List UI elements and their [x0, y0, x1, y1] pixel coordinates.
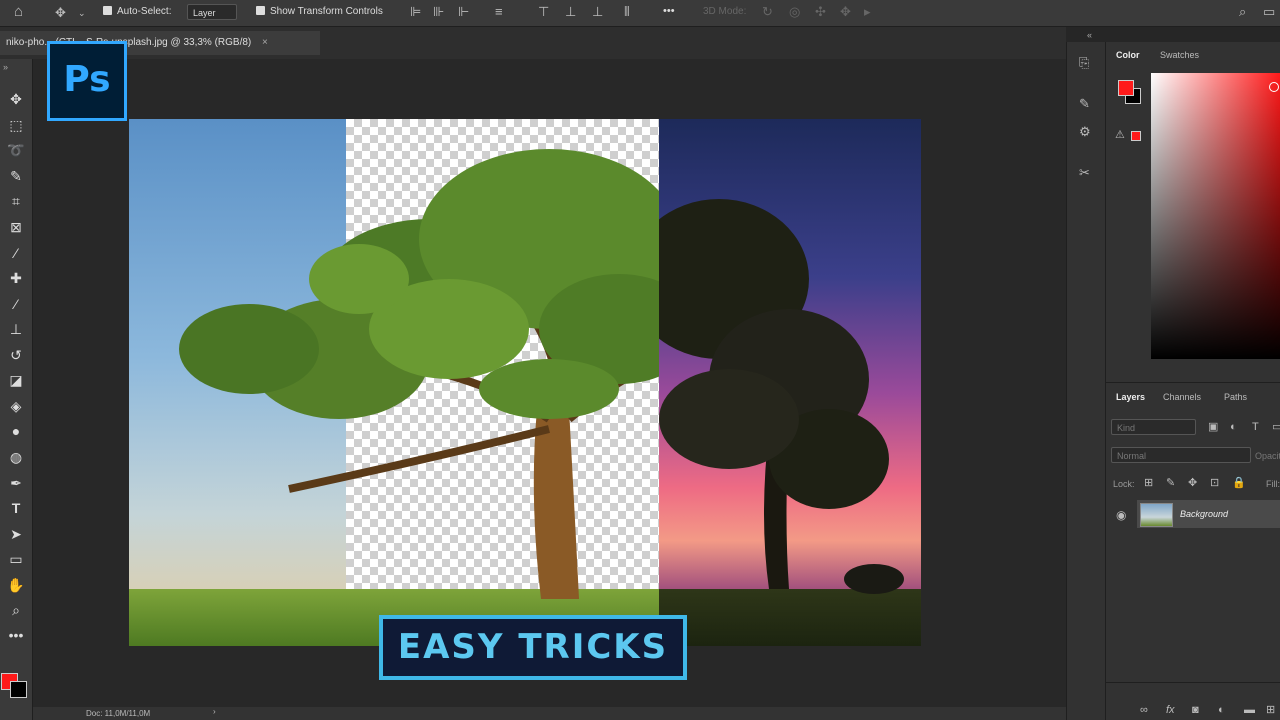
chevron-down-icon[interactable]: ⌄ — [78, 6, 86, 20]
kind-filter[interactable]: Kind — [1111, 419, 1196, 435]
show-transform-label: Show Transform Controls — [270, 6, 383, 17]
edit-toolbar-icon[interactable]: ••• — [6, 625, 26, 645]
collapse-panels-icon[interactable]: « — [1087, 30, 1092, 40]
crop-tool-icon[interactable]: ⌗ — [6, 191, 26, 211]
tab-swatches[interactable]: Swatches — [1160, 50, 1199, 60]
panel-icon-strip: ⎘ ✎ ⚙ ✂ — [1066, 42, 1105, 720]
eyedropper-tool-icon[interactable]: ⁄ — [6, 243, 26, 263]
opacity-label: Opacity: — [1255, 451, 1280, 461]
group-icon[interactable]: ▬ — [1244, 703, 1255, 717]
align-top-icon[interactable]: ⊤ — [538, 5, 549, 19]
layer-thumbnail[interactable] — [1140, 503, 1173, 527]
type-filter-icon[interactable]: T — [1252, 420, 1259, 434]
auto-select-dropdown[interactable]: Layer — [187, 4, 237, 20]
distribute-icon[interactable]: ≡ — [495, 5, 503, 19]
adjustment-filter-icon[interactable]: ◐ — [1230, 420, 1237, 434]
color-picker-field[interactable] — [1151, 73, 1280, 359]
lasso-tool-icon[interactable]: ➰ — [6, 140, 26, 160]
quick-select-tool-icon[interactable]: ✎ — [6, 166, 26, 186]
toolbox: ✥ ⬚ ➰ ✎ ⌗ ⊠ ⁄ ✚ ⁄ ⊥ ↺ ◪ ◈ ● ◍ ✒ T ➤ ▭ ✋ … — [0, 59, 33, 720]
close-tab-icon[interactable]: × — [262, 37, 268, 48]
history-brush-icon[interactable]: ↺ — [6, 345, 26, 365]
warning-icon: ⚠ — [1115, 129, 1125, 141]
eraser-tool-icon[interactable]: ◪ — [6, 370, 26, 390]
blend-mode-select[interactable]: Normal — [1111, 447, 1251, 463]
gamut-swatch[interactable] — [1131, 131, 1141, 141]
lock-label: Lock: — [1113, 479, 1135, 489]
3d-slide-icon[interactable]: ✥ — [840, 5, 851, 19]
photoshop-logo: Ps — [47, 41, 127, 121]
lock-position-icon[interactable]: ✥ — [1188, 476, 1197, 490]
auto-select-checkbox[interactable] — [103, 6, 112, 15]
healing-brush-icon[interactable]: ✚ — [6, 268, 26, 288]
history-panel-icon[interactable]: ⎘ — [1079, 56, 1089, 70]
align-bottom-icon[interactable]: ⊥ — [592, 5, 603, 19]
tab-color[interactable]: Color — [1116, 50, 1140, 60]
tree-illustration — [179, 149, 904, 599]
align-middle-icon[interactable]: ⊥ — [565, 5, 576, 19]
marquee-tool-icon[interactable]: ⬚ — [6, 115, 26, 135]
layer-name[interactable]: Background — [1180, 509, 1228, 519]
distribute-vertical-icon[interactable]: ⦀ — [624, 5, 630, 19]
align-center-icon[interactable]: ⊪ — [433, 5, 444, 19]
3d-orbit-icon[interactable]: ↻ — [762, 5, 773, 19]
path-select-icon[interactable]: ➤ — [6, 524, 26, 544]
easy-tricks-banner: EASY TRICKS — [379, 615, 687, 680]
workspace-icon[interactable]: ▭ — [1263, 5, 1275, 19]
auto-select-label: Auto-Select: — [117, 6, 172, 17]
shape-filter-icon[interactable]: ▭ — [1272, 420, 1280, 434]
more-options-button[interactable]: ••• — [663, 5, 675, 17]
tab-layers[interactable]: Layers — [1116, 392, 1145, 402]
blur-tool-icon[interactable]: ● — [6, 421, 26, 441]
document-image[interactable] — [129, 119, 921, 646]
show-transform-checkbox[interactable] — [256, 6, 265, 15]
lock-image-icon[interactable]: ✎ — [1166, 476, 1175, 490]
dodge-tool-icon[interactable]: ◍ — [6, 447, 26, 467]
lock-transparent-icon[interactable]: ⊞ — [1144, 476, 1153, 490]
tab-channels[interactable]: Channels — [1163, 392, 1201, 402]
type-tool-icon[interactable]: T — [6, 498, 26, 518]
lock-artboard-icon[interactable]: ⊡ — [1210, 476, 1219, 490]
tab-paths[interactable]: Paths — [1224, 392, 1247, 402]
home-icon[interactable]: ⌂ — [14, 4, 23, 19]
zoom-tool-icon[interactable]: ⌕ — [6, 600, 26, 620]
move-tool-icon[interactable]: ✥ — [55, 6, 66, 20]
3d-scale-icon[interactable]: ▸ — [864, 5, 871, 19]
pen-tool-icon[interactable]: ✒ — [6, 473, 26, 493]
status-bar: Doc: 11,0M/11,0M › — [33, 707, 1066, 720]
align-right-icon[interactable]: ⊩ — [458, 5, 469, 19]
hand-tool-icon[interactable]: ✋ — [6, 575, 26, 595]
panel-foreground-swatch[interactable] — [1118, 80, 1134, 96]
adjustments-icon[interactable]: ⚙ — [1079, 125, 1091, 139]
doc-size: Doc: 11,0M/11,0M — [86, 709, 151, 718]
brush-settings-icon[interactable]: ✎ — [1079, 97, 1090, 111]
rectangle-tool-icon[interactable]: ▭ — [6, 549, 26, 569]
link-layers-icon[interactable]: ∞ — [1140, 703, 1148, 717]
color-picker-cursor[interactable] — [1269, 82, 1279, 92]
align-left-icon[interactable]: ⊫ — [410, 5, 421, 19]
brush-tool-icon[interactable]: ⁄ — [6, 294, 26, 314]
move-tool-icon[interactable]: ✥ — [6, 89, 26, 109]
new-layer-icon[interactable]: ⊞ — [1266, 703, 1275, 717]
options-bar: ⌂ ✥ ⌄ Auto-Select: Layer Show Transform … — [0, 0, 1280, 27]
paint-bucket-icon[interactable]: ◈ — [6, 396, 26, 416]
3d-pan-icon[interactable]: ✣ — [815, 5, 826, 19]
3d-roll-icon[interactable]: ◎ — [789, 5, 800, 19]
adjustment-layer-icon[interactable]: ◐ — [1218, 703, 1225, 717]
fx-icon[interactable]: fx — [1166, 703, 1175, 717]
fill-label: Fill: — [1266, 479, 1280, 489]
eye-icon[interactable]: ◉ — [1116, 508, 1126, 522]
search-icon[interactable]: ⌕ — [1239, 5, 1246, 19]
expand-toolbox-icon[interactable]: » — [3, 62, 8, 72]
frame-tool-icon[interactable]: ⊠ — [6, 217, 26, 237]
stamp-tool-icon[interactable]: ⊥ — [6, 319, 26, 339]
3d-mode-label: 3D Mode: — [703, 6, 747, 17]
background-color-swatch[interactable] — [10, 681, 27, 698]
image-filter-icon[interactable]: ▣ — [1208, 420, 1218, 434]
mask-icon[interactable]: ◙ — [1192, 703, 1199, 717]
lock-all-icon[interactable]: 🔒 — [1232, 476, 1246, 490]
status-chevron-icon[interactable]: › — [213, 707, 216, 716]
document-tab-title: niko-pho... (CTL...S-Rs-unsplash.jpg @ 3… — [6, 37, 252, 48]
tools-icon[interactable]: ✂ — [1079, 166, 1090, 180]
